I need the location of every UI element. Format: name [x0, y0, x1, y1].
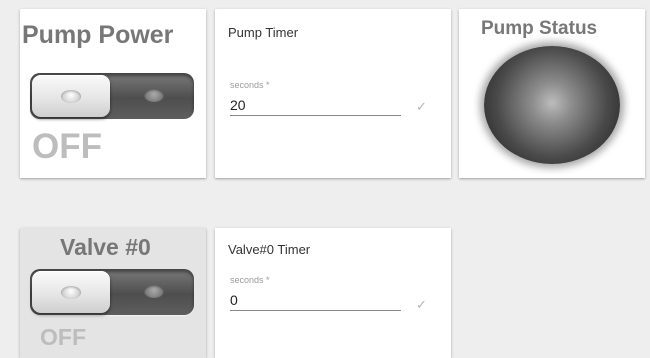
pump-timer-title: Pump Timer [228, 25, 299, 40]
knob-indicator-icon [61, 286, 81, 299]
knob-indicator-icon [61, 90, 81, 103]
valve0-timer-title: Valve#0 Timer [228, 242, 311, 257]
pump-timer-card: Pump Timer seconds * ✓ [215, 9, 451, 178]
valve0-timer-field-label: seconds * [230, 275, 270, 285]
pump-timer-seconds-input[interactable] [230, 95, 401, 116]
valve0-timer-confirm-icon[interactable]: ✓ [416, 297, 427, 313]
pump-power-state: OFF [32, 127, 102, 166]
toggle-knob [32, 271, 110, 313]
pump-status-indicator-icon [484, 46, 620, 164]
valve0-card: Valve #0 OFF [20, 228, 206, 358]
valve0-state: OFF [40, 324, 86, 350]
valve0-timer-seconds-input[interactable] [230, 290, 401, 311]
track-indicator-icon [144, 89, 164, 102]
pump-power-title: Pump Power [22, 21, 174, 49]
pump-timer-field-label: seconds * [230, 80, 270, 90]
valve0-timer-card: Valve#0 Timer seconds * ✓ [215, 228, 451, 358]
pump-status-title: Pump Status [481, 18, 598, 39]
pump-timer-confirm-icon[interactable]: ✓ [416, 99, 427, 115]
track-indicator-icon [144, 285, 164, 298]
pump-power-card: Pump Power OFF [20, 9, 206, 178]
pump-power-toggle[interactable] [30, 73, 194, 119]
toggle-knob [32, 75, 110, 117]
valve0-toggle[interactable] [30, 269, 194, 315]
valve0-title: Valve #0 [60, 234, 151, 260]
pump-status-card: Pump Status [459, 9, 645, 178]
